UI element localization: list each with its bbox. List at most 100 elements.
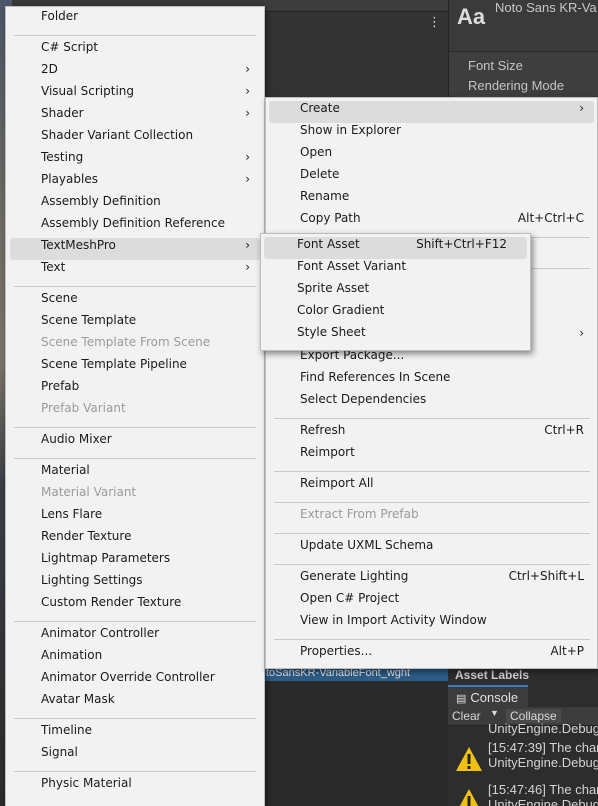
console-log-partial[interactable]: UnityEngine.Debug [448,723,598,737]
menu-item-2d[interactable]: 2D › [10,62,260,84]
chevron-right-icon: › [245,150,250,164]
menu-item-scene-template-pipeline[interactable]: Scene Template Pipeline [10,357,260,379]
menu-item-render-texture[interactable]: Render Texture [10,529,260,551]
menu-item-export-package[interactable]: Export Package... [269,348,594,370]
chevron-right-icon: › [245,172,250,186]
chevron-right-icon: › [579,101,584,115]
collapse-button[interactable]: Collapse [506,709,561,723]
menu-item-audio-mixer[interactable]: Audio Mixer [10,432,260,454]
asset-context-menu: Create › Show in Explorer Open Delete Ren… [265,97,598,669]
menu-item-show-in-explorer[interactable]: Show in Explorer [269,123,594,145]
menu-item-style-sheet[interactable]: Style Sheet [264,325,527,347]
menu-item-create[interactable]: Create › [269,101,594,123]
shortcut-label: Alt+Ctrl+C [517,211,584,225]
font-size-label: Font Size [468,58,523,73]
inspector-asset-name: Noto Sans KR-Va [495,0,597,15]
log-line: UnityEngine.Debug [488,723,598,736]
console-panel: ▤ Console Clear ▼ Collapse UnityEngine.De… [448,685,598,806]
menu-item-avatar-mask[interactable]: Avatar Mask [10,692,260,714]
project-toolbar [264,0,448,12]
menu-item-reimport-all[interactable]: Reimport All [269,476,594,498]
menu-item-sprite-asset[interactable]: Sprite Asset [264,281,527,303]
menu-item-assembly-definition-reference[interactable]: Assembly Definition Reference [10,216,260,238]
menu-item-open-csharp-project[interactable]: Open C# Project [269,591,594,613]
menu-item-color-gradient[interactable]: Color Gradient [264,303,527,325]
menu-item-properties[interactable]: Properties... Alt+P [269,644,594,666]
menu-item-shader[interactable]: Shader › [10,106,260,128]
log-line: [15:47:39] The char UnityEngine.Debug [488,740,598,770]
menu-separator [274,564,590,565]
console-tab-icon: ▤ [456,693,467,705]
menu-item-copy-path[interactable]: Copy Path Alt+Ctrl+C [269,211,594,233]
textmeshpro-submenu: Font Asset Shift+Ctrl+F12 Font Asset Vari… [260,233,531,351]
menu-item-animator-controller[interactable]: Animator Controller [10,626,260,648]
menu-item-delete[interactable]: Delete [269,167,594,189]
menu-separator [14,286,256,287]
menu-item-playables[interactable]: Playables › [10,172,260,194]
more-options-icon[interactable]: ⋮ [428,15,441,30]
clear-button[interactable]: Clear [452,709,481,723]
menu-separator [14,771,256,772]
menu-item-custom-render-texture[interactable]: Custom Render Texture [10,595,260,617]
menu-item-timeline[interactable]: Timeline [10,723,260,745]
menu-item-physic-material[interactable]: Physic Material [10,776,260,798]
console-log-entry[interactable]: [15:47:39] The char UnityEngine.Debug [448,738,598,780]
menu-item-open[interactable]: Open [269,145,594,167]
bottom-panel [264,681,448,806]
menu-item-textmeshpro[interactable]: TextMeshPro › [10,238,260,260]
shortcut-label: Ctrl+R [544,423,584,437]
menu-item-visual-scripting[interactable]: Visual Scripting › [10,84,260,106]
menu-separator [14,35,256,36]
menu-separator [274,418,590,419]
clear-dropdown-icon[interactable]: ▼ [490,708,499,718]
console-log-entry[interactable]: [15:47:46] The char UnityEngine.Debug [448,780,598,806]
chevron-right-icon: › [579,326,584,340]
menu-item-lens-flare[interactable]: Lens Flare [10,507,260,529]
menu-item-font-asset[interactable]: Font Asset Shift+Ctrl+F12 [264,237,527,259]
menu-item-select-dependencies[interactable]: Select Dependencies [269,392,594,414]
selected-asset-row[interactable]: toSansKR-VariableFont_wght [264,667,448,681]
menu-separator [274,471,590,472]
menu-item-animation[interactable]: Animation [10,648,260,670]
create-submenu: Folder C# Script 2D › Visual Scripting › S… [5,6,265,806]
menu-item-find-references[interactable]: Find References In Scene [269,370,594,392]
menu-item-scene-template[interactable]: Scene Template [10,313,260,335]
menu-separator [14,427,256,428]
menu-item-prefab-variant: Prefab Variant [41,401,126,415]
menu-item-reimport[interactable]: Reimport [269,445,594,467]
menu-separator [274,533,590,534]
menu-item-prefab[interactable]: Prefab [10,379,260,401]
menu-separator [14,621,256,622]
menu-separator [14,718,256,719]
menu-item-update-uxml-schema[interactable]: Update UXML Schema [269,538,594,560]
chevron-right-icon: › [245,106,250,120]
menu-item-generate-lighting[interactable]: Generate Lighting Ctrl+Shift+L [269,569,594,591]
menu-item-extract-from-prefab: Extract From Prefab [300,507,419,521]
menu-item-signal[interactable]: Signal [10,745,260,767]
menu-item-rename[interactable]: Rename [269,189,594,211]
menu-separator [14,458,256,459]
menu-item-refresh[interactable]: Refresh Ctrl+R [269,423,594,445]
menu-item-csharp-script[interactable]: C# Script [10,40,260,62]
warning-icon [459,789,479,806]
menu-item-view-import-activity[interactable]: View in Import Activity Window [269,613,594,635]
menu-item-lighting-settings[interactable]: Lighting Settings [10,573,260,595]
menu-item-testing[interactable]: Testing › [10,150,260,172]
shortcut-label: Alt+P [550,644,584,658]
console-tab[interactable]: ▤ Console [448,685,528,707]
menu-item-assembly-definition[interactable]: Assembly Definition [10,194,260,216]
menu-item-lightmap-parameters[interactable]: Lightmap Parameters [10,551,260,573]
warning-icon [456,747,482,771]
chevron-right-icon: › [245,62,250,76]
menu-item-shader-variant-collection[interactable]: Shader Variant Collection [10,128,260,150]
menu-item-scene[interactable]: Scene [10,291,260,313]
menu-item-font-asset-variant[interactable]: Font Asset Variant [264,259,527,281]
font-asset-icon: Aa [457,4,486,29]
menu-item-animator-override-controller[interactable]: Animator Override Controller [10,670,260,692]
rendering-mode-label: Rendering Mode [468,78,565,93]
menu-item-material[interactable]: Material [10,463,260,485]
menu-item-text[interactable]: Text › [10,260,260,282]
menu-item-folder[interactable]: Folder [10,9,260,31]
menu-separator [274,639,590,640]
chevron-right-icon: › [245,260,250,274]
